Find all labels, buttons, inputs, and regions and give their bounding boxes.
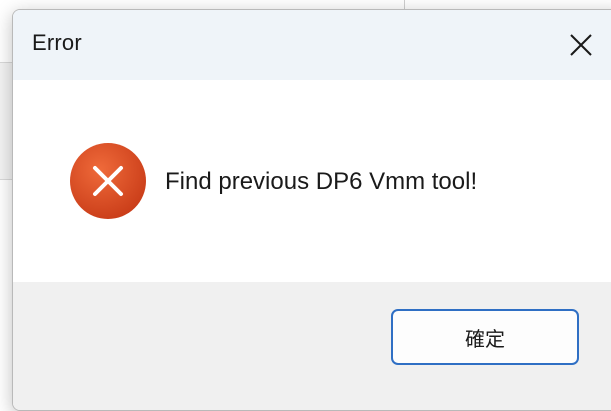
dialog-content: Find previous DP6 Vmm tool!	[13, 80, 611, 282]
error-dialog: Error Find previous DP6 Vmm tool! 確定	[12, 9, 611, 411]
ok-button[interactable]: 確定	[391, 309, 579, 365]
close-icon	[570, 34, 592, 56]
dialog-title: Error	[32, 30, 82, 55]
error-message: Find previous DP6 Vmm tool!	[165, 168, 478, 195]
error-icon	[70, 143, 146, 219]
dialog-titlebar: Error	[13, 10, 611, 80]
close-button[interactable]	[558, 25, 604, 65]
